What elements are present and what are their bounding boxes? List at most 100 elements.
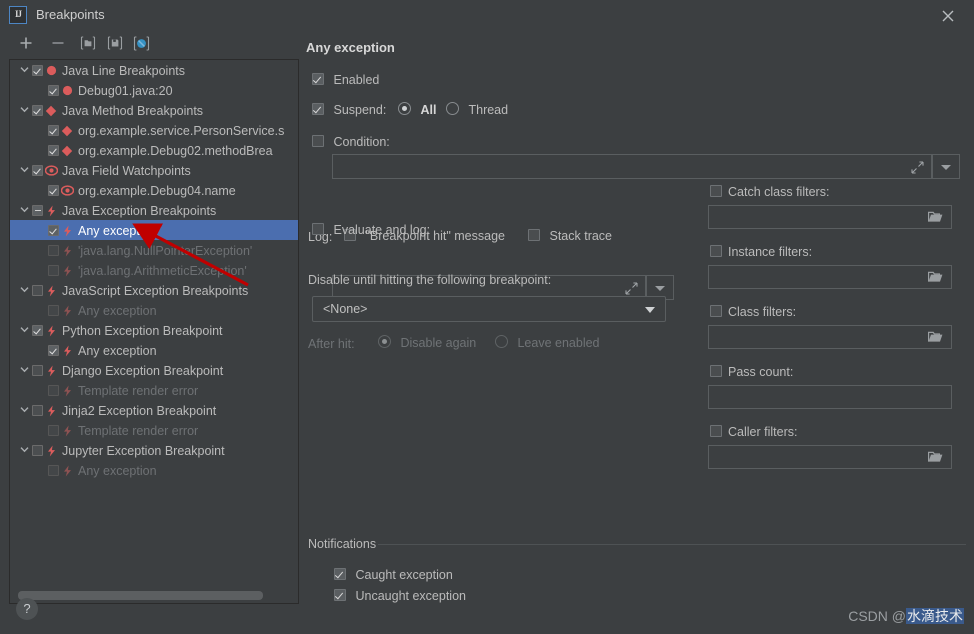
- breakpoints-tree[interactable]: Java Line Breakpoints Debug01.java:20 Java…: [9, 59, 299, 604]
- tree-row-checkbox[interactable]: [32, 204, 43, 216]
- log-stack-trace-checkbox[interactable]: Stack trace: [528, 228, 612, 243]
- tree-row-checkbox[interactable]: [48, 84, 59, 96]
- tree-row[interactable]: Any exception: [10, 220, 298, 240]
- tree-row[interactable]: 'java.lang.ArithmeticException': [10, 260, 298, 280]
- tree-row[interactable]: org.example.service.PersonService.s: [10, 120, 298, 140]
- after-hit-disable-again-radio[interactable]: Disable again: [378, 335, 476, 350]
- tree-row-checkbox[interactable]: [32, 284, 43, 296]
- filter-input-4[interactable]: [708, 445, 952, 469]
- chevron-down-icon[interactable]: [16, 200, 32, 220]
- expand-icon[interactable]: [911, 160, 924, 177]
- breakpoint-circle-icon: [59, 80, 75, 100]
- tree-row-checkbox[interactable]: [48, 304, 59, 316]
- filter-input-1[interactable]: [708, 265, 952, 289]
- suspend-all-radio[interactable]: All: [398, 102, 436, 117]
- tree-row[interactable]: Debug01.java:20: [10, 80, 298, 100]
- evaluate-and-log-checkbox[interactable]: Evaluate and log:: [312, 222, 430, 237]
- help-button[interactable]: ?: [16, 598, 38, 620]
- chevron-down-icon[interactable]: [16, 100, 32, 120]
- tree-row[interactable]: Django Exception Breakpoint: [10, 360, 298, 380]
- add-breakpoint-button[interactable]: [15, 33, 37, 55]
- tree-row-checkbox[interactable]: [48, 184, 59, 196]
- tree-row[interactable]: Template render error: [10, 420, 298, 440]
- uncaught-exception-label: Uncaught exception: [355, 588, 466, 603]
- tree-row-checkbox[interactable]: [32, 64, 43, 76]
- disable-until-value: <None>: [323, 302, 368, 316]
- tree-row[interactable]: Any exception: [10, 460, 298, 480]
- chevron-down-icon[interactable]: [16, 60, 32, 80]
- tree-row-checkbox[interactable]: [48, 124, 59, 136]
- tree-row-checkbox[interactable]: [48, 244, 59, 256]
- tree-row[interactable]: 'java.lang.NullPointerException': [10, 240, 298, 260]
- filter-checkbox-0[interactable]: Catch class filters:: [710, 184, 829, 199]
- close-icon[interactable]: [938, 6, 958, 26]
- tree-row[interactable]: Java Field Watchpoints: [10, 160, 298, 180]
- breakpoints-tree-rows[interactable]: Java Line Breakpoints Debug01.java:20 Java…: [10, 60, 298, 603]
- chevron-down-icon[interactable]: [16, 440, 32, 460]
- condition-checkbox[interactable]: Condition:: [312, 134, 390, 149]
- tree-row[interactable]: Python Exception Breakpoint: [10, 320, 298, 340]
- condition-history-dropdown[interactable]: [932, 154, 960, 179]
- filter-input-3[interactable]: [708, 385, 952, 409]
- tree-row-checkbox[interactable]: [48, 424, 59, 436]
- uncaught-exception-checkbox[interactable]: Uncaught exception: [334, 588, 466, 603]
- folder-icon[interactable]: [928, 451, 943, 466]
- folder-icon[interactable]: [928, 271, 943, 286]
- tree-row-checkbox[interactable]: [48, 464, 59, 476]
- tree-row[interactable]: Any exception: [10, 340, 298, 360]
- tree-row-checkbox[interactable]: [32, 104, 43, 116]
- filter-input-2[interactable]: [708, 325, 952, 349]
- mute-breakpoints-button[interactable]: [130, 33, 152, 55]
- chevron-down-icon[interactable]: [16, 360, 32, 380]
- breakpoint-details-panel: Any exception Enabled Suspend: All Threa…: [306, 34, 966, 603]
- enabled-checkbox[interactable]: Enabled: [312, 72, 379, 87]
- chevron-down-icon[interactable]: [16, 320, 32, 340]
- tree-row-checkbox[interactable]: [48, 384, 59, 396]
- remove-breakpoint-button[interactable]: [47, 33, 69, 55]
- tree-row[interactable]: Jinja2 Exception Breakpoint: [10, 400, 298, 420]
- method-breakpoint-icon: [59, 120, 75, 140]
- tree-row[interactable]: JavaScript Exception Breakpoints: [10, 280, 298, 300]
- filter-checkbox-4[interactable]: Caller filters:: [710, 424, 797, 439]
- tree-row-checkbox[interactable]: [48, 264, 59, 276]
- filter-checkbox-1[interactable]: Instance filters:: [710, 244, 812, 259]
- after-hit-leave-enabled-radio[interactable]: Leave enabled: [495, 335, 600, 350]
- caught-exception-checkbox[interactable]: Caught exception: [334, 567, 453, 582]
- tree-row[interactable]: Java Line Breakpoints: [10, 60, 298, 80]
- folder-icon[interactable]: [928, 211, 943, 226]
- tree-row[interactable]: org.example.Debug04.name: [10, 180, 298, 200]
- tree-row-checkbox[interactable]: [32, 404, 43, 416]
- suspend-thread-radio[interactable]: Thread: [446, 102, 508, 117]
- exception-breakpoint-icon: [43, 280, 59, 300]
- tree-row[interactable]: Any exception: [10, 300, 298, 320]
- exception-breakpoint-icon: [59, 340, 75, 360]
- tree-row[interactable]: org.example.Debug02.methodBrea: [10, 140, 298, 160]
- tree-row-checkbox[interactable]: [32, 164, 43, 176]
- tree-row-checkbox[interactable]: [32, 444, 43, 456]
- filter-checkbox-2[interactable]: Class filters:: [710, 304, 796, 319]
- tree-row-checkbox[interactable]: [48, 344, 59, 356]
- chevron-down-icon[interactable]: [16, 280, 32, 300]
- group-breakpoints-button[interactable]: [77, 33, 99, 55]
- tree-row-checkbox[interactable]: [48, 224, 59, 236]
- chevron-down-icon[interactable]: [16, 400, 32, 420]
- tree-row[interactable]: Jupyter Exception Breakpoint: [10, 440, 298, 460]
- save-breakpoints-button[interactable]: [104, 33, 126, 55]
- disable-until-combobox[interactable]: <None>: [312, 296, 666, 322]
- folder-icon[interactable]: [928, 331, 943, 346]
- tree-row-label: Any exception: [78, 344, 157, 358]
- filter-checkbox-3[interactable]: Pass count:: [710, 364, 793, 379]
- tree-horizontal-scrollbar[interactable]: [18, 591, 263, 600]
- tree-row-checkbox[interactable]: [32, 364, 43, 376]
- tree-row[interactable]: Template render error: [10, 380, 298, 400]
- tree-row[interactable]: Java Method Breakpoints: [10, 100, 298, 120]
- tree-row[interactable]: Java Exception Breakpoints: [10, 200, 298, 220]
- chevron-down-icon[interactable]: [16, 160, 32, 180]
- suspend-checkbox[interactable]: Suspend:: [312, 102, 386, 117]
- chevron-down-icon: [941, 164, 951, 170]
- tree-row-checkbox[interactable]: [48, 144, 59, 156]
- tree-row-checkbox[interactable]: [32, 324, 43, 336]
- condition-input[interactable]: [332, 154, 932, 179]
- caught-exception-label: Caught exception: [355, 567, 453, 582]
- filter-input-0[interactable]: [708, 205, 952, 229]
